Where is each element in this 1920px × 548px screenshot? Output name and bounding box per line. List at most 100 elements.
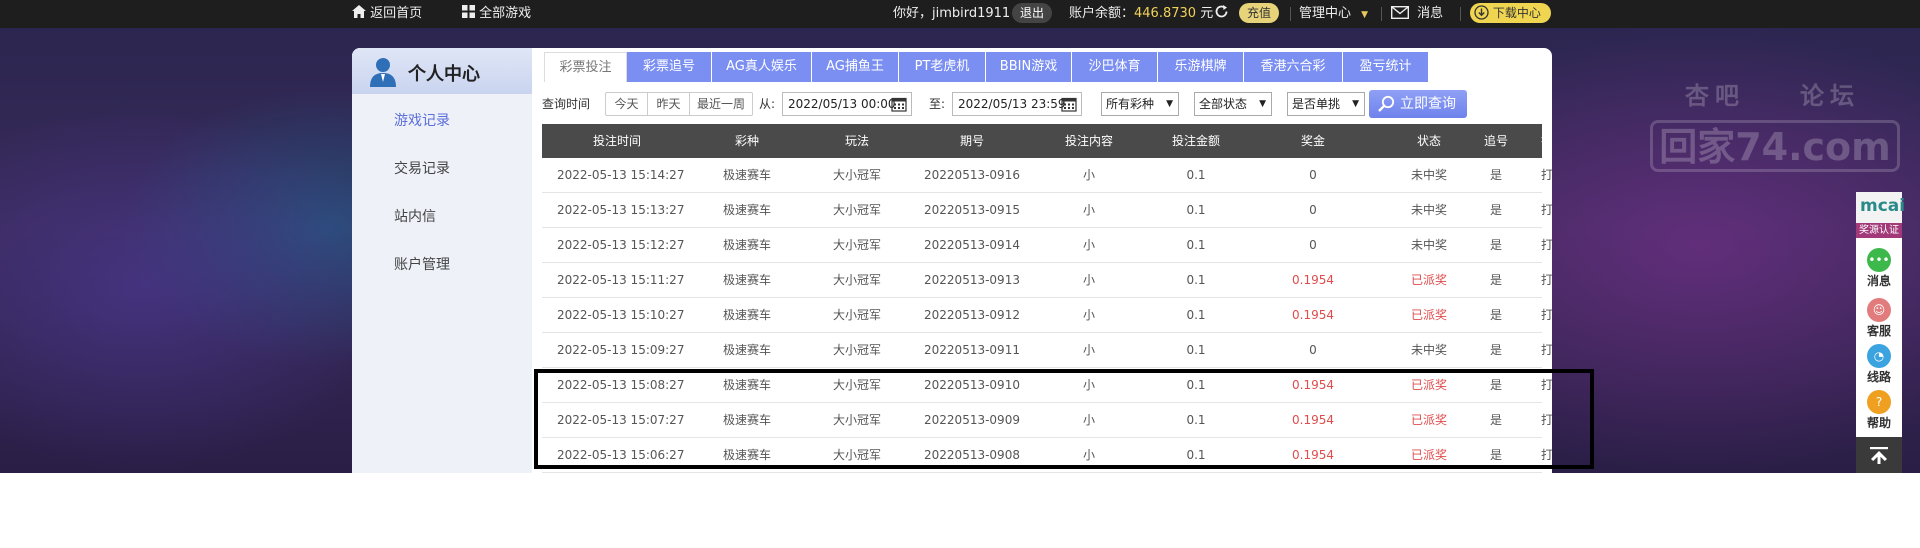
tab-pt-slots[interactable]: PT老虎机 — [899, 52, 986, 82]
cell-action[interactable]: 打印 — [1493, 368, 1552, 402]
cell-issue-number: 20220513-0909 — [924, 413, 1020, 427]
from-date-input[interactable]: 2022/05/13 00:00 — [782, 92, 912, 116]
cell-play-method: 大小冠军 — [832, 413, 881, 427]
refresh-button[interactable] — [1214, 0, 1229, 28]
today-button[interactable]: 今天 — [606, 93, 648, 115]
balance-value: 446.8730 — [1134, 6, 1197, 21]
column-header-play-method: 玩法 — [844, 134, 869, 148]
speed-icon: ◔ — [1867, 344, 1891, 368]
yesterday-button[interactable]: 昨天 — [648, 93, 690, 115]
cell-bet-time: 2022-05-13 15:06:27 — [557, 448, 685, 462]
recharge-button[interactable]: 充值 — [1239, 0, 1280, 28]
logout-button[interactable]: 退出 — [1012, 0, 1053, 28]
tab-saba-sports[interactable]: 沙巴体育 — [1072, 52, 1158, 82]
divider — [1381, 7, 1382, 21]
single-bet-value: 是否单挑 — [1292, 97, 1341, 111]
balance-label: 账户余额： — [1069, 6, 1135, 21]
message-label: 消息 — [1417, 6, 1444, 21]
column-header-bet-content: 投注内容 — [1064, 134, 1113, 148]
tab-bbin[interactable]: BBIN游戏 — [986, 52, 1072, 82]
chevron-down-icon: ▼ — [1259, 99, 1266, 109]
table-row: 2022-05-13 15:07:27 极速赛车 大小冠军 20220513-0909… — [542, 403, 1552, 438]
cell-action[interactable]: 打印 — [1493, 298, 1552, 332]
float-service-button[interactable]: ☺ 客服 — [1856, 292, 1902, 344]
logout-label: 退出 — [1012, 3, 1053, 23]
sidebar-item-account[interactable]: 账户管理 — [394, 254, 450, 274]
greeting-text: 你好，jimbird1911 — [893, 6, 1011, 21]
column-header-prize: 奖金 — [1300, 134, 1325, 148]
cell-bet-content: 小 — [1082, 378, 1095, 392]
column-header-bet-amount: 投注金额 — [1171, 134, 1220, 148]
table-row: 2022-05-13 15:11:27 极速赛车 大小冠军 20220513-0913… — [542, 263, 1552, 298]
all-games-link[interactable]: 全部游戏 — [462, 0, 531, 28]
calendar-icon[interactable] — [891, 96, 907, 112]
calendar-icon[interactable] — [1061, 96, 1077, 112]
float-message-button[interactable]: ••• 消息 — [1856, 242, 1902, 294]
cell-play-method: 大小冠军 — [832, 343, 881, 357]
tab-profit-stats[interactable]: 盈亏统计 — [1343, 52, 1429, 82]
cell-play-method: 大小冠军 — [832, 238, 881, 252]
single-bet-select[interactable]: 是否单挑 ▼ — [1287, 92, 1365, 116]
lottery-type-value: 所有彩种 — [1106, 97, 1155, 111]
cell-bet-time: 2022-05-13 15:08:27 — [557, 378, 685, 392]
home-label: 返回首页 — [370, 6, 423, 21]
status-select[interactable]: 全部状态 ▼ — [1194, 92, 1272, 116]
cell-action[interactable]: 打印 — [1493, 438, 1552, 472]
cell-issue-number: 20220513-0915 — [924, 203, 1020, 217]
cell-issue-number: 20220513-0914 — [924, 238, 1020, 252]
cell-bet-time: 2022-05-13 15:09:27 — [557, 343, 685, 357]
download-center-button[interactable]: 下载中心 — [1470, 0, 1551, 28]
search-icon — [1378, 95, 1395, 112]
cell-play-method: 大小冠军 — [832, 308, 881, 322]
chevron-down-icon: ▼ — [1166, 99, 1173, 109]
manage-center-menu[interactable]: 管理中心 ▼ — [1299, 0, 1368, 28]
tab-leyou-chess[interactable]: 乐游棋牌 — [1158, 52, 1244, 82]
cell-lottery-type: 极速赛车 — [722, 413, 771, 427]
cell-bet-time: 2022-05-13 15:10:27 — [557, 308, 685, 322]
tab-lottery-bets[interactable]: 彩票投注 — [544, 52, 627, 82]
query-button[interactable]: 立即查询 — [1369, 90, 1467, 118]
home-link[interactable]: 返回首页 — [352, 0, 422, 28]
tab-ag-fishing[interactable]: AG捕鱼王 — [812, 52, 899, 82]
cell-lottery-type: 极速赛车 — [722, 343, 771, 357]
top-bar: 返回首页 全部游戏 你好，jimbird1911 退出 账户余额：446.873… — [0, 0, 1920, 28]
cell-action[interactable]: 打印 — [1493, 403, 1552, 437]
cell-lottery-type: 极速赛车 — [722, 378, 771, 392]
mcai-badge[interactable]: mcai 奖源认证 — [1856, 192, 1905, 238]
sidebar-item-game-records[interactable]: 游戏记录 — [394, 110, 450, 130]
float-help-button[interactable]: ? 帮助 — [1856, 384, 1902, 436]
query-time-label: 查询时间 — [542, 97, 591, 111]
chat-icon: ••• — [1867, 248, 1891, 272]
cert-label: 奖源认证 — [1856, 223, 1902, 238]
message-link[interactable]: 消息 — [1390, 0, 1444, 28]
lottery-type-select[interactable]: 所有彩种 ▼ — [1101, 92, 1179, 116]
cell-action[interactable]: 打印 — [1493, 263, 1552, 297]
cell-play-method: 大小冠军 — [832, 203, 881, 217]
cell-action[interactable]: 打印 — [1493, 193, 1552, 227]
cell-play-method: 大小冠军 — [832, 273, 881, 287]
last-week-button[interactable]: 最近一周 — [690, 93, 752, 115]
cell-lottery-type: 极速赛车 — [722, 203, 771, 217]
tab-hk-mark-six[interactable]: 香港六合彩 — [1244, 52, 1343, 82]
download-label: 下载中心 — [1492, 6, 1541, 20]
float-route-button[interactable]: ◔ 线路 — [1856, 338, 1902, 390]
sidebar-item-inbox[interactable]: 站内信 — [394, 206, 436, 226]
sidebar-item-transactions[interactable]: 交易记录 — [394, 158, 450, 178]
to-date-value: 2022/05/13 23:59 — [958, 97, 1066, 111]
column-header-lottery-type: 彩种 — [734, 134, 759, 148]
to-date-input[interactable]: 2022/05/13 23:59 — [952, 92, 1082, 116]
back-to-top-button[interactable] — [1856, 437, 1902, 473]
cell-bet-content: 小 — [1082, 308, 1095, 322]
cell-action[interactable]: 打印 — [1493, 333, 1552, 367]
user-avatar-icon — [370, 58, 396, 87]
recharge-label: 充值 — [1239, 3, 1280, 23]
tab-ag-live[interactable]: AG真人娱乐 — [712, 52, 812, 82]
cell-action[interactable]: 打印 — [1493, 228, 1552, 262]
user-center-panel: 个人中心 游戏记录 交易记录 站内信 账户管理 彩票投注 彩票追号 AG真人娱乐… — [352, 48, 1552, 473]
quick-range-group: 今天 昨天 最近一周 — [605, 92, 753, 116]
cell-bet-amount: 0.1 — [1186, 203, 1206, 217]
cell-bet-content: 小 — [1082, 203, 1095, 217]
tab-lottery-chase[interactable]: 彩票追号 — [627, 52, 712, 82]
cell-action[interactable]: 打印 — [1493, 158, 1552, 192]
sidebar-header: 个人中心 — [352, 48, 532, 94]
